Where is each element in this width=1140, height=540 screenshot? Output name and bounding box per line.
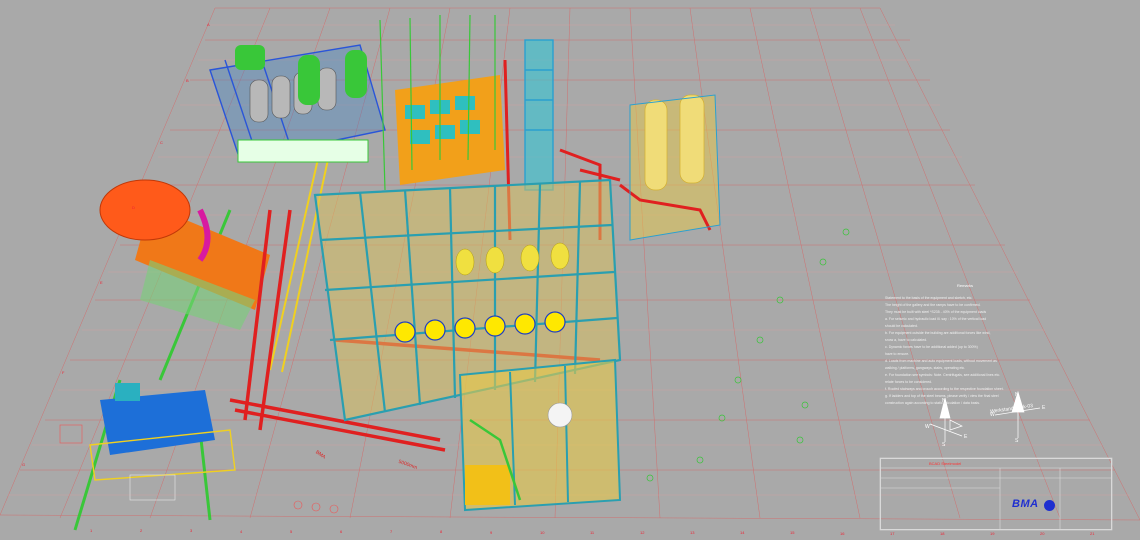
axis-number: 17 — [890, 531, 895, 536]
note-line: c. Dynamic forces have to be additional … — [885, 345, 978, 349]
note-line: a. For seismic and hydraulic load ill. s… — [885, 317, 987, 321]
lower-annex — [458, 358, 622, 512]
note-line: b. For equipment outside the building ar… — [885, 331, 991, 335]
note-line: f. Roofed stairways and crouch according… — [885, 387, 1004, 391]
company-logo-icon — [1044, 500, 1055, 511]
axis-number: 12 — [640, 530, 645, 535]
note-line: should be calculated. — [885, 324, 918, 328]
axis-number: 13 — [690, 530, 695, 535]
drawing-notes-heading: Remarks — [956, 283, 973, 288]
axis-number: 14 — [740, 530, 745, 535]
note-line: construction again according to static c… — [885, 401, 980, 405]
axis-number: 16 — [840, 531, 845, 536]
axis-number: 19 — [990, 531, 995, 536]
axis-letter: B — [186, 78, 189, 83]
axis-letter: A — [207, 22, 210, 27]
axis-number: 2 — [140, 528, 143, 533]
axis-letter: F — [62, 370, 65, 375]
axis-letter: C — [160, 140, 163, 145]
axis-number: 1 — [90, 528, 93, 533]
title-block: BCAD Steelmodel — [880, 458, 1112, 530]
note-line: snow a, have to calculated. — [885, 338, 928, 342]
note-line: walking / platforms, gangways, stairs, o… — [885, 366, 966, 370]
compass-1-north-label: N — [942, 398, 946, 404]
title-block-title: BCAD Steelmodel — [929, 461, 962, 466]
note-line: d. Loads from machine and auto equipment… — [885, 359, 997, 363]
axis-number: 3 — [190, 528, 193, 533]
axis-number: 9 — [490, 530, 493, 535]
compass-2-south-label: S — [1015, 438, 1019, 444]
note-line: e. For foundation see symbols: Note. Cen… — [885, 373, 1001, 377]
axis-number: 6 — [340, 529, 343, 534]
note-line: Statement to the basis of the equipment … — [885, 296, 973, 300]
axis-number: 7 — [390, 529, 393, 534]
axis-number: 11 — [590, 530, 595, 535]
note-line: g. If ladders and top of the steel beams… — [885, 394, 999, 398]
compass-1-west-label: W — [925, 424, 930, 430]
compass-1-south-label: S — [942, 442, 946, 448]
note-line: have to ensure. — [885, 352, 910, 356]
compass-1-east-label: E — [964, 434, 968, 440]
axis-number: 8 — [440, 529, 443, 534]
tank-farm-structure — [209, 44, 386, 163]
axis-number: 15 — [790, 530, 795, 535]
note-line: relate forces to be considered. — [885, 380, 933, 384]
axis-letter: G — [22, 462, 26, 467]
axis-number: 5 — [290, 529, 293, 534]
axis-number: 21 — [1090, 531, 1095, 536]
axis-number: 18 — [940, 531, 945, 536]
axis-number: 20 — [1040, 531, 1045, 536]
company-logo-text: BMA — [1012, 498, 1039, 510]
compass-2-north-label: N — [1015, 392, 1019, 398]
drawing-notes: Statement to the basis of the equipment … — [885, 295, 1065, 407]
axis-number: 10 — [540, 530, 545, 535]
note-line: They must be built with steel *S235 - 40… — [885, 310, 987, 314]
compass-2-east-label: E — [1042, 405, 1046, 411]
axis-number: 4 — [240, 529, 243, 534]
axis-letter: E — [100, 280, 103, 285]
note-line: The height of the gallery and the ramps … — [885, 303, 981, 307]
axis-letter: D — [132, 205, 135, 210]
